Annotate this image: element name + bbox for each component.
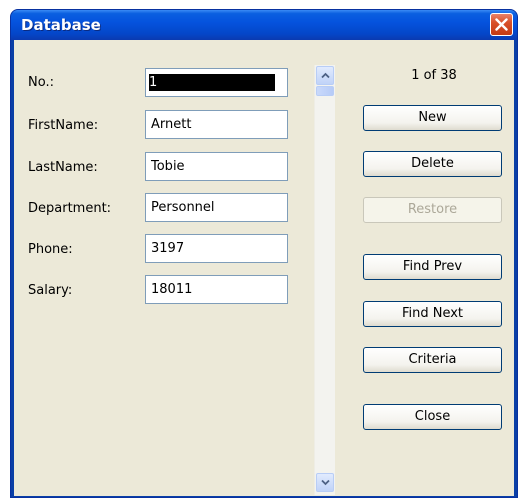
window-title: Database <box>21 16 101 34</box>
chevron-up-icon <box>321 72 330 79</box>
field-label-no: No.: <box>28 75 54 90</box>
record-scrollbar[interactable] <box>314 65 335 495</box>
close-icon <box>495 18 508 31</box>
field-label-department: Department: <box>28 201 112 216</box>
close-button[interactable]: Close <box>363 404 502 430</box>
database-dialog: Database No.: FirstName: LastName: Depar… <box>10 9 518 498</box>
new-button[interactable]: New <box>363 105 502 131</box>
phone-field[interactable]: 3197 <box>145 234 288 263</box>
lastname-field[interactable]: Tobie <box>145 152 288 181</box>
salary-field[interactable]: 18011 <box>145 275 288 304</box>
scroll-down-button[interactable] <box>316 473 334 492</box>
find-prev-button[interactable]: Find Prev <box>363 254 502 280</box>
firstname-field[interactable]: Arnett <box>145 110 288 139</box>
scroll-up-button[interactable] <box>316 66 334 85</box>
record-counter: 1 of 38 <box>411 68 457 83</box>
dialog-client-area: No.: FirstName: LastName: Department: Ph… <box>14 40 514 496</box>
department-field[interactable]: Personnel <box>145 193 288 222</box>
scroll-thumb[interactable] <box>316 86 334 96</box>
field-label-lastname: LastName: <box>28 160 98 175</box>
field-label-firstname: FirstName: <box>28 118 99 133</box>
delete-button[interactable]: Delete <box>363 151 502 177</box>
no-field[interactable]: 1 <box>145 68 288 97</box>
no-field-value: 1 <box>149 74 275 91</box>
close-window-button[interactable] <box>490 13 513 36</box>
find-next-button[interactable]: Find Next <box>363 301 502 327</box>
criteria-button[interactable]: Criteria <box>363 347 502 373</box>
restore-button[interactable]: Restore <box>363 197 502 223</box>
chevron-down-icon <box>321 479 330 486</box>
field-label-salary: Salary: <box>28 283 73 298</box>
title-bar[interactable]: Database <box>11 10 517 40</box>
field-label-phone: Phone: <box>28 242 73 257</box>
